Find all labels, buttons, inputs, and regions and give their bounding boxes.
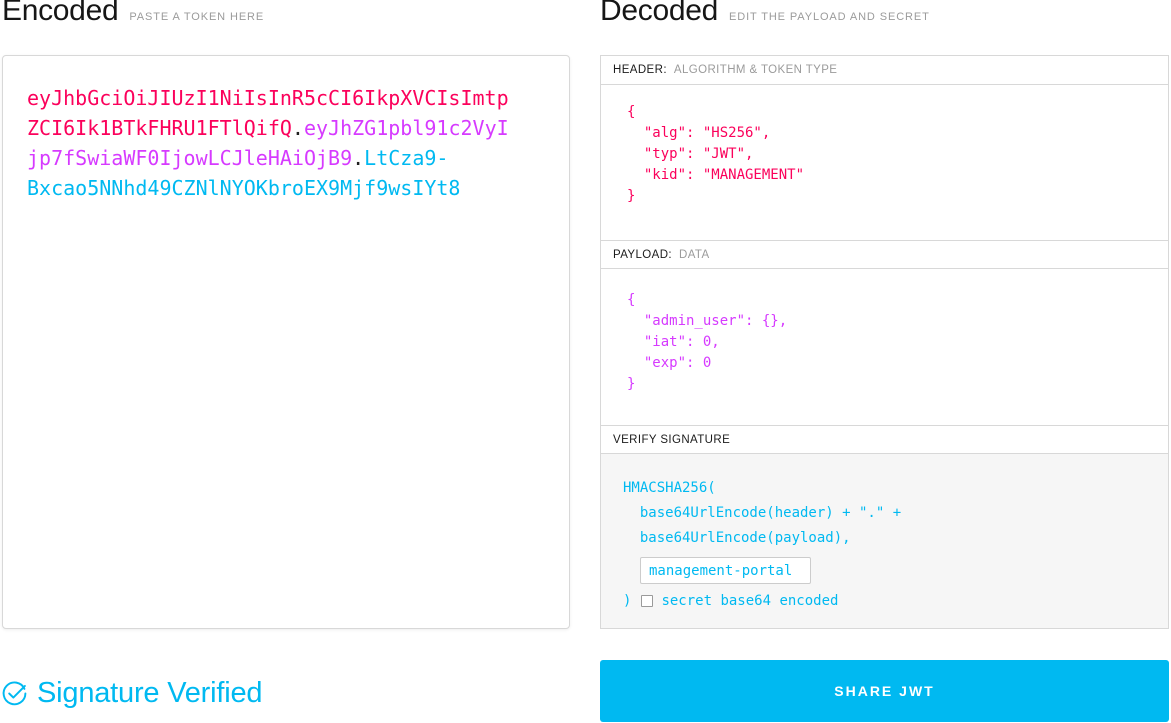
signature-status-text: Signature Verified [37, 679, 262, 708]
verify-section-label-row: VERIFY SIGNATURE [601, 426, 1168, 454]
encoded-token-editor[interactable]: eyJhbGciOiJIUzI1NiIsInR5cCI6IkpXVCIsImtp… [2, 55, 570, 629]
secret-base64-label[interactable]: secret base64 encoded [661, 593, 838, 609]
secret-base64-checkbox[interactable] [641, 595, 653, 607]
token-dot-1: . [292, 116, 304, 140]
secret-base64-row: ) secret base64 encoded [623, 593, 1168, 609]
header-json-editor[interactable]: { "alg": "HS256", "typ": "JWT", "kid": "… [601, 85, 1168, 241]
encoded-subtitle: PASTE A TOKEN HERE [129, 11, 264, 23]
verify-code-lines: HMACSHA256( base64UrlEncode(header) + ".… [601, 454, 1168, 551]
header-section-sublabel: ALGORITHM & TOKEN TYPE [674, 64, 837, 76]
payload-section-label: PAYLOAD: [613, 249, 672, 261]
header-section-label: HEADER: [613, 64, 667, 76]
encoded-title-row: Encoded PASTE A TOKEN HERE [2, 0, 264, 29]
close-paren: ) [623, 593, 631, 609]
decoded-subtitle: EDIT THE PAYLOAD AND SECRET [729, 11, 930, 23]
secret-input[interactable] [640, 557, 811, 584]
signature-status: Signature Verified [1, 679, 262, 708]
payload-section-label-row: PAYLOAD: DATA [601, 241, 1168, 269]
token-dot-2: . [352, 146, 364, 170]
encoded-title: Encoded [2, 0, 118, 29]
decoded-title-row: Decoded EDIT THE PAYLOAD AND SECRET [600, 0, 930, 29]
decoded-title: Decoded [600, 0, 718, 29]
verify-signature-section: HMACSHA256( base64UrlEncode(header) + ".… [601, 454, 1168, 628]
check-circle-icon [1, 680, 28, 707]
header-section-label-row: HEADER: ALGORITHM & TOKEN TYPE [601, 56, 1168, 85]
decoded-panel: HEADER: ALGORITHM & TOKEN TYPE { "alg": … [600, 55, 1169, 629]
payload-section-sublabel: DATA [679, 249, 710, 261]
share-jwt-button[interactable]: SHARE JWT [600, 660, 1169, 722]
verify-section-label: VERIFY SIGNATURE [613, 434, 730, 446]
payload-json-editor[interactable]: { "admin_user": {}, "iat": 0, "exp": 0 } [601, 269, 1168, 426]
